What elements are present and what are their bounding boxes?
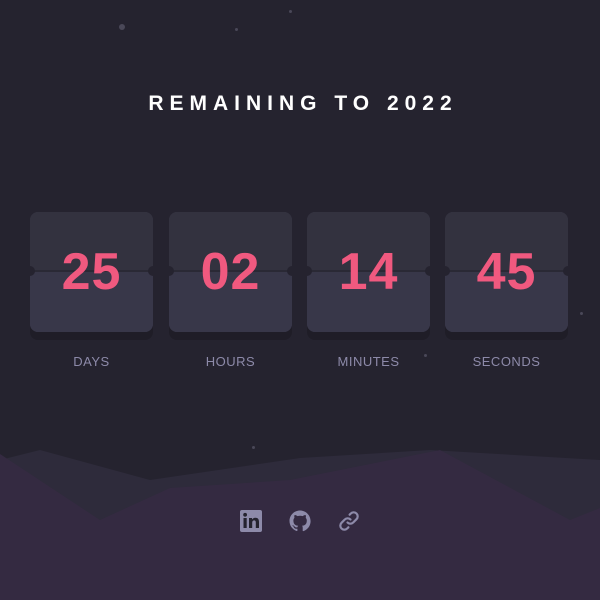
github-link[interactable] [288, 509, 312, 533]
hours-label: HOURS [205, 354, 256, 369]
flip-card-days: 25 [30, 212, 153, 332]
linkedin-link[interactable] [239, 509, 263, 533]
star [119, 24, 125, 30]
countdown-days: 25 DAYS [30, 212, 153, 369]
seconds-value: 45 [476, 243, 537, 301]
star [580, 312, 583, 315]
seconds-label: SECONDS [472, 354, 541, 369]
countdown-minutes: 14 MINUTES [307, 212, 430, 369]
countdown: 25 DAYS 02 HOURS 14 MINUTES 45 SECONDS [30, 212, 570, 382]
link-icon [339, 511, 359, 531]
star [289, 10, 292, 13]
hours-value: 02 [200, 243, 261, 301]
github-icon [289, 510, 311, 532]
countdown-hours: 02 HOURS [169, 212, 292, 369]
social-links [0, 509, 600, 535]
days-value: 25 [61, 243, 122, 301]
flip-card-seconds: 45 [445, 212, 568, 332]
linkedin-icon [240, 510, 262, 532]
minutes-value: 14 [338, 243, 399, 301]
flip-card-hours: 02 [169, 212, 292, 332]
star [235, 28, 238, 31]
minutes-label: MINUTES [337, 354, 400, 369]
page-title: REMAINING TO 2022 [148, 92, 458, 115]
website-link[interactable] [337, 509, 361, 533]
countdown-seconds: 45 SECONDS [445, 212, 568, 369]
flip-card-minutes: 14 [307, 212, 430, 332]
days-label: DAYS [73, 354, 110, 369]
